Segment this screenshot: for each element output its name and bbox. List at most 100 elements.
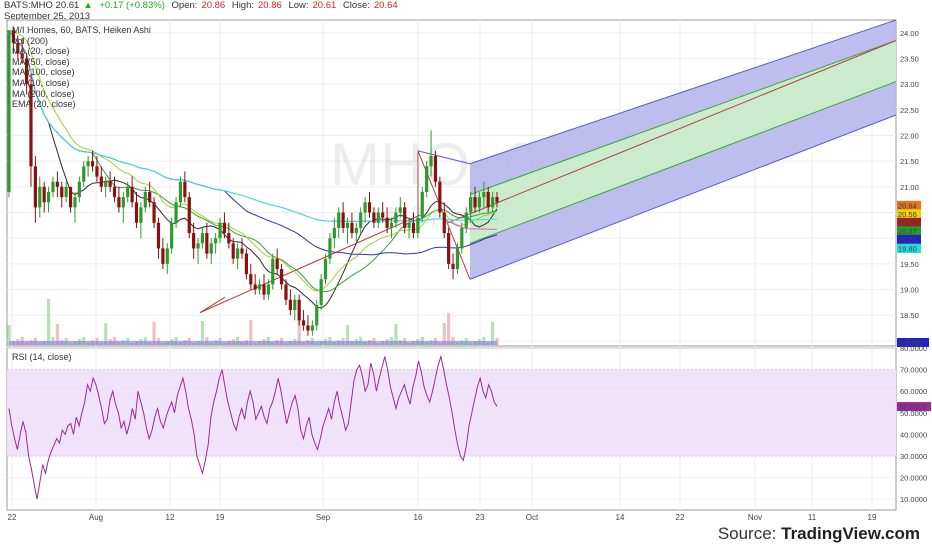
candle-body xyxy=(170,222,174,249)
candle-body xyxy=(174,202,178,223)
tradingview-logo: TradingView.com xyxy=(781,524,920,543)
candle-body xyxy=(218,222,222,239)
candle-body xyxy=(297,299,301,321)
candle-body xyxy=(236,248,240,259)
rsi-tick-label: 40.0000 xyxy=(900,430,927,439)
candle-body xyxy=(249,274,253,285)
candle-body xyxy=(117,197,121,208)
candle-body xyxy=(33,166,37,208)
candle-body xyxy=(187,197,191,234)
candle-body xyxy=(73,197,77,208)
candle-body xyxy=(460,227,464,249)
candle-body xyxy=(442,212,446,234)
candle-body xyxy=(433,156,438,182)
x-tick-label: 22 xyxy=(676,513,685,522)
candle-body xyxy=(293,299,297,311)
candle-body xyxy=(279,268,284,285)
legend-item-ema20[interactable]: EMA (20, close) xyxy=(12,99,151,110)
candle-body xyxy=(99,176,103,187)
candle-body xyxy=(438,181,442,213)
x-tick-label: 11 xyxy=(808,513,817,522)
candle-body xyxy=(227,233,231,244)
candle-body xyxy=(367,202,372,213)
candle-body xyxy=(183,181,187,198)
price-tick-label: 21.50 xyxy=(900,157,919,166)
candle-body xyxy=(469,197,473,213)
rsi-tick-label: 20.0000 xyxy=(900,474,927,483)
legend-item-vol[interactable]: Vol (200) xyxy=(12,36,151,47)
candle-body xyxy=(482,191,486,198)
rsi-tick-label: 10.0000 xyxy=(900,495,927,504)
candle-body xyxy=(130,186,134,203)
x-tick-label: 14 xyxy=(616,513,625,522)
candle-body xyxy=(77,181,81,198)
candle-body xyxy=(319,279,323,305)
candle-body xyxy=(350,222,354,234)
candle-body xyxy=(231,243,235,259)
candle-body xyxy=(262,284,266,295)
candle-body xyxy=(337,212,341,228)
candle-body xyxy=(205,233,209,254)
candle-body xyxy=(328,238,332,259)
candle-body xyxy=(68,186,73,208)
candle-body xyxy=(455,248,460,269)
price-tick-label: 23.00 xyxy=(900,80,919,89)
price-tick-label: 19.00 xyxy=(900,286,919,295)
candle-body xyxy=(385,217,389,228)
candle-body xyxy=(464,212,468,228)
candle-body xyxy=(473,197,477,208)
legend-item-ma200[interactable]: MA (200, close) xyxy=(12,89,151,100)
candle-body xyxy=(447,233,451,264)
rsi-tick-label: 60.0000 xyxy=(900,387,927,396)
candle-body xyxy=(156,222,161,249)
legend-item-ma50[interactable]: MA (50, close) xyxy=(12,57,151,68)
candle-body xyxy=(275,258,279,269)
candle-body xyxy=(240,248,244,254)
source-prefix: Source: xyxy=(717,524,782,543)
candle-body xyxy=(112,186,117,198)
candle-body xyxy=(310,325,314,331)
legend-item-ma100[interactable]: MA (100, close) xyxy=(12,67,151,78)
candle-body xyxy=(363,202,367,213)
candle-body xyxy=(86,161,90,167)
candle-body xyxy=(284,284,288,300)
candle-body xyxy=(64,186,68,198)
candle-body xyxy=(143,191,147,208)
price-tag-label: 19.80 xyxy=(898,244,917,253)
indicator-legend: M/I Homes, 60, BATS, Heiken Ashi Vol (20… xyxy=(12,25,151,110)
x-tick-label: Aug xyxy=(89,513,103,522)
candle-body xyxy=(55,181,59,187)
x-tick-label: 22 xyxy=(8,513,17,522)
candle-body xyxy=(359,212,363,228)
candle-body xyxy=(341,212,345,228)
candle-body xyxy=(271,258,275,285)
x-tick-label: 19 xyxy=(868,513,877,522)
price-tick-label: 22.00 xyxy=(900,132,919,141)
candle-body xyxy=(306,325,310,331)
x-tick-label: Nov xyxy=(748,513,762,522)
rsi-legend[interactable]: RSI (14, close) xyxy=(12,352,72,362)
candle-body xyxy=(60,186,64,198)
price-tick-label: 18.50 xyxy=(900,311,919,320)
candle-body xyxy=(192,233,196,249)
candle-body xyxy=(425,166,429,192)
legend-item-ma10[interactable]: MA (10, close) xyxy=(12,78,151,89)
candle-body xyxy=(51,181,55,192)
candle-body xyxy=(451,263,455,269)
rsi-tick-label: 70.0000 xyxy=(900,366,927,375)
volume-bar xyxy=(46,299,51,346)
candle-body xyxy=(420,191,424,218)
x-tick-label: 12 xyxy=(166,513,175,522)
legend-item-ma20[interactable]: MA (20, close) xyxy=(12,46,151,57)
rsi-tick-label: 80.0000 xyxy=(900,344,927,353)
candle-body xyxy=(148,191,152,203)
candle-body xyxy=(108,181,112,187)
x-tick-label: 23 xyxy=(476,513,485,522)
candle-body xyxy=(152,202,156,223)
candle-body xyxy=(126,186,130,198)
rsi-value-label: 52.8919 xyxy=(899,403,926,412)
candle-body xyxy=(46,191,51,203)
candle-body xyxy=(403,207,407,228)
candle-body xyxy=(209,243,213,254)
candle-body xyxy=(161,248,165,264)
